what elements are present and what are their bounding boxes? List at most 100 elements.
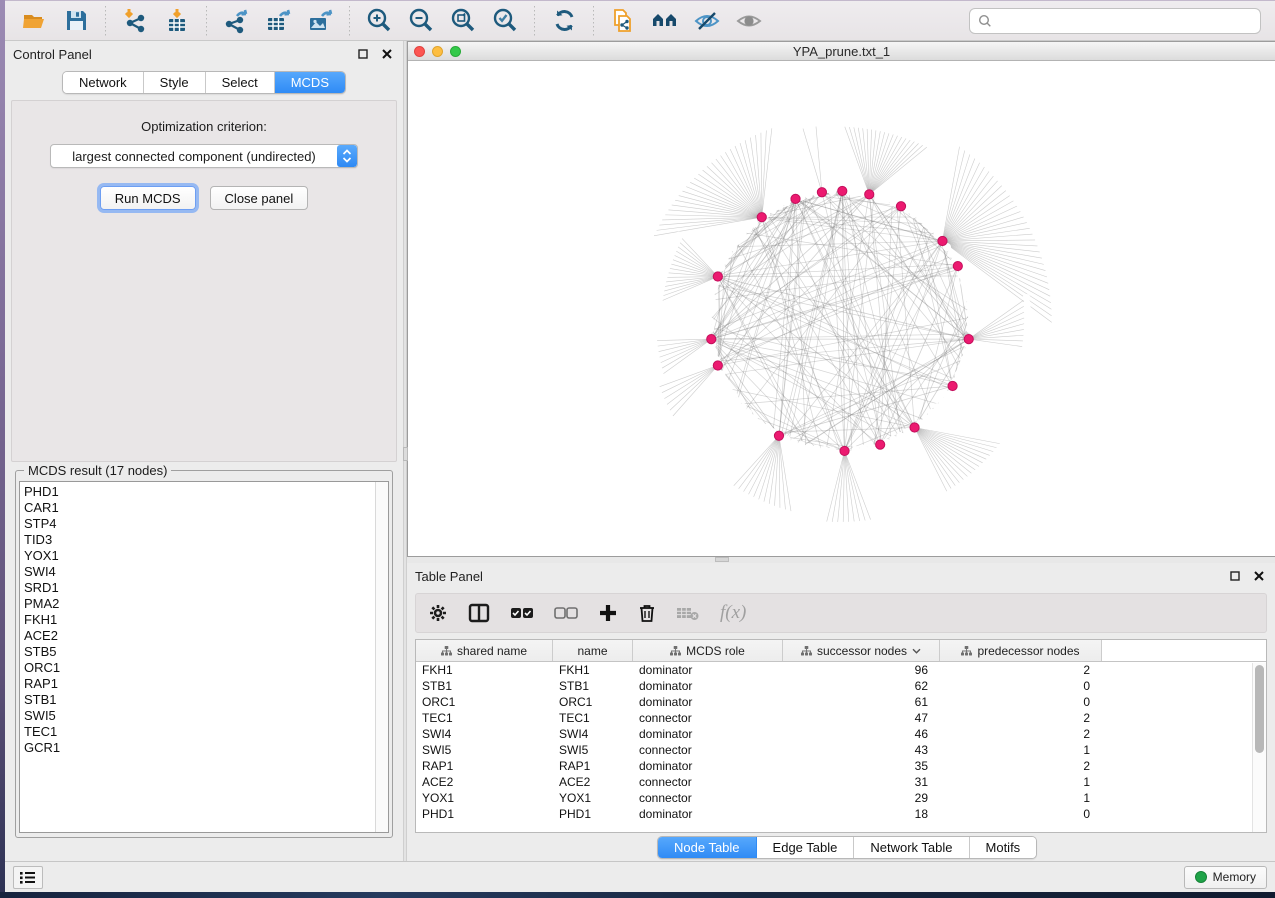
tab-motifs[interactable]: Motifs [970, 837, 1037, 858]
network-node[interactable] [649, 337, 657, 345]
network-node[interactable] [797, 441, 805, 449]
table-options-icon[interactable] [428, 603, 448, 623]
import-table-icon[interactable] [158, 4, 196, 38]
network-node[interactable] [889, 435, 897, 443]
network-node[interactable] [926, 140, 934, 148]
mcds-result-item[interactable]: FKH1 [24, 612, 388, 628]
mcds-hub-node[interactable] [953, 261, 962, 270]
mcds-result-list[interactable]: PHD1CAR1STP4TID3YOX1SWI4SRD1PMA2FKH1ACE2… [19, 481, 389, 833]
network-node[interactable] [828, 447, 836, 455]
float-panel-icon[interactable] [355, 46, 371, 62]
show-all-icon[interactable] [730, 4, 768, 38]
mcds-list-scrollbar[interactable] [375, 482, 388, 832]
save-session-icon[interactable] [57, 4, 95, 38]
mcds-result-item[interactable]: STP4 [24, 516, 388, 532]
network-node[interactable] [867, 443, 875, 451]
first-neighbors-icon[interactable] [646, 4, 684, 38]
node-table[interactable]: shared namenameMCDS rolesuccessor nodesp… [415, 639, 1267, 833]
tab-mcds[interactable]: MCDS [275, 72, 345, 93]
tab-style[interactable]: Style [144, 72, 206, 93]
zoom-selected-icon[interactable] [486, 4, 524, 38]
network-node[interactable] [710, 348, 718, 356]
close-panel-icon[interactable] [1251, 568, 1267, 584]
mcds-result-item[interactable]: PHD1 [24, 484, 388, 500]
network-node[interactable] [828, 187, 836, 195]
mcds-hub-node[interactable] [876, 440, 885, 449]
network-node[interactable] [710, 286, 718, 294]
mcds-hub-node[interactable] [896, 202, 905, 211]
zoom-in-icon[interactable] [360, 4, 398, 38]
mcds-result-item[interactable]: STB1 [24, 692, 388, 708]
clear-selection-icon[interactable] [554, 606, 578, 620]
network-node[interactable] [960, 278, 968, 286]
mcds-result-item[interactable]: ORC1 [24, 660, 388, 676]
refresh-icon[interactable] [545, 4, 583, 38]
mcds-result-item[interactable]: YOX1 [24, 548, 388, 564]
network-node[interactable] [721, 377, 729, 385]
tab-edge-table[interactable]: Edge Table [757, 837, 855, 858]
mcds-hub-node[interactable] [817, 188, 826, 197]
network-node[interactable] [805, 443, 813, 451]
export-image-icon[interactable] [301, 4, 339, 38]
task-history-button[interactable] [13, 866, 43, 889]
tab-node-table[interactable]: Node Table [658, 837, 757, 858]
mcds-result-item[interactable]: STB5 [24, 644, 388, 660]
network-node[interactable] [966, 309, 974, 317]
network-node[interactable] [966, 317, 974, 325]
network-node[interactable] [859, 445, 867, 453]
network-node[interactable] [790, 438, 798, 446]
network-node[interactable] [896, 432, 904, 440]
export-table-icon[interactable] [259, 4, 297, 38]
mcds-hub-node[interactable] [938, 236, 947, 245]
column-header-name[interactable]: name [553, 640, 633, 661]
table-row[interactable]: YOX1YOX1connector291 [416, 790, 1266, 806]
network-node[interactable] [875, 193, 883, 201]
network-node[interactable] [798, 121, 806, 129]
mcds-hub-node[interactable] [910, 423, 919, 432]
mcds-hub-node[interactable] [774, 431, 783, 440]
mcds-hub-node[interactable] [948, 381, 957, 390]
network-node[interactable] [957, 363, 965, 371]
network-node[interactable] [966, 325, 974, 333]
mcds-hub-node[interactable] [757, 213, 766, 222]
network-node[interactable] [805, 191, 813, 199]
mcds-hub-node[interactable] [838, 186, 847, 195]
network-node[interactable] [652, 384, 660, 392]
network-node[interactable] [775, 202, 783, 210]
network-node[interactable] [706, 309, 714, 317]
network-node[interactable] [812, 118, 820, 126]
vertical-splitter[interactable] [403, 41, 407, 861]
table-row[interactable]: FKH1FKH1dominator962 [416, 662, 1266, 678]
delete-column-icon[interactable] [638, 603, 656, 623]
mcds-hub-node[interactable] [840, 446, 849, 455]
table-scrollbar[interactable] [1252, 663, 1266, 832]
network-node[interactable] [964, 293, 972, 301]
table-row[interactable]: STB1STB1dominator620 [416, 678, 1266, 694]
network-node[interactable] [852, 188, 860, 196]
network-canvas[interactable] [408, 61, 1275, 556]
table-row[interactable]: ACE2ACE2connector311 [416, 774, 1266, 790]
network-node[interactable] [717, 264, 725, 272]
network-node[interactable] [962, 286, 970, 294]
network-node[interactable] [882, 195, 890, 203]
table-row[interactable]: RAP1RAP1dominator352 [416, 758, 1266, 774]
mcds-result-item[interactable]: RAP1 [24, 676, 388, 692]
clone-network-icon[interactable] [604, 4, 642, 38]
network-node[interactable] [945, 491, 953, 499]
mcds-result-item[interactable]: TID3 [24, 532, 388, 548]
column-header-MCDS-role[interactable]: MCDS role [633, 640, 783, 661]
close-panel-button[interactable]: Close panel [210, 186, 309, 210]
table-row[interactable]: ORC1ORC1dominator610 [416, 694, 1266, 710]
network-node[interactable] [1022, 343, 1030, 351]
network-node[interactable] [727, 485, 735, 493]
search-input[interactable] [998, 13, 1252, 28]
network-node[interactable] [675, 231, 683, 239]
show-columns-icon[interactable] [468, 603, 490, 623]
network-node[interactable] [706, 325, 714, 333]
add-column-icon[interactable] [598, 603, 618, 623]
mcds-result-item[interactable]: SWI5 [24, 708, 388, 724]
mcds-hub-node[interactable] [713, 361, 722, 370]
network-node[interactable] [960, 356, 968, 364]
mcds-hub-node[interactable] [964, 334, 973, 343]
tab-network-table[interactable]: Network Table [854, 837, 969, 858]
